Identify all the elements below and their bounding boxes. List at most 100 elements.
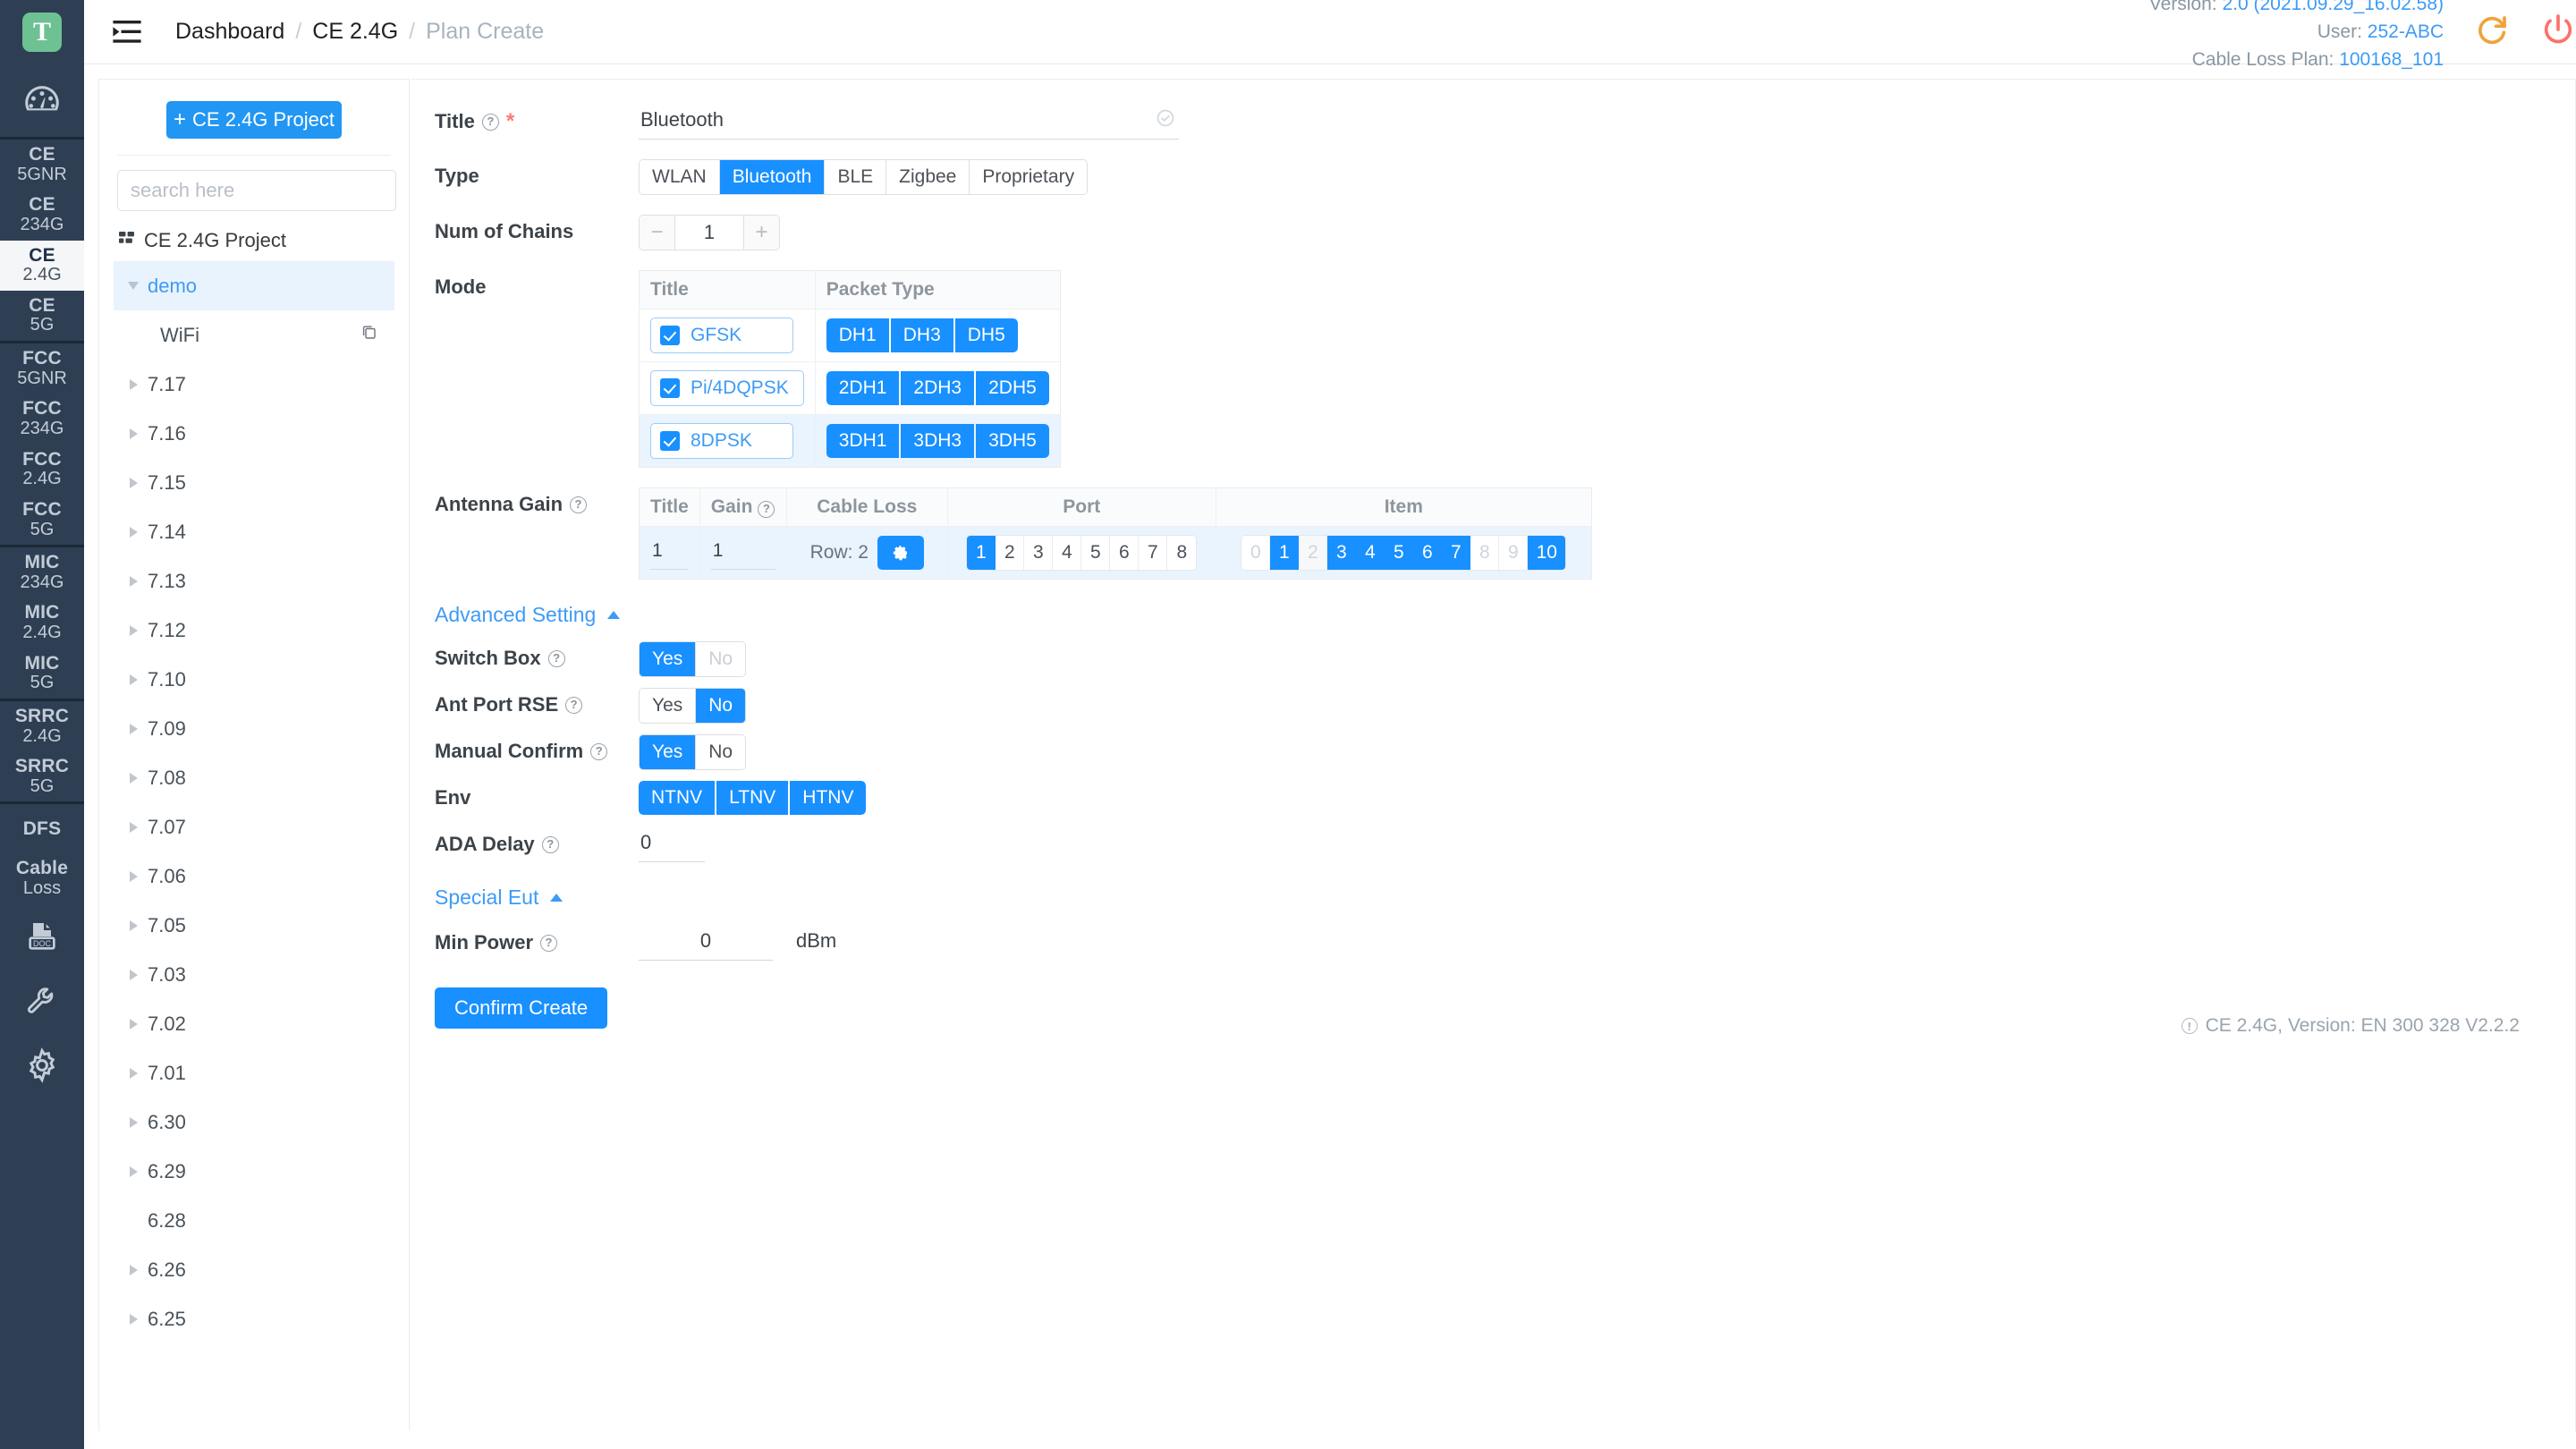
- manual-confirm-option-no[interactable]: No: [696, 735, 746, 769]
- packet-type-group[interactable]: 3DH1 3DH3 3DH5: [826, 424, 1049, 458]
- type-option-wlan[interactable]: WLAN: [640, 160, 720, 194]
- tree-node-7-16[interactable]: 7.16: [114, 409, 394, 458]
- tree-node-7-05[interactable]: 7.05: [114, 901, 394, 950]
- item-option-3[interactable]: 3: [1327, 536, 1357, 570]
- packet-option-3dh3[interactable]: 3DH3: [901, 424, 975, 458]
- wrench-icon[interactable]: [0, 969, 84, 1033]
- breadcrumb-item-dashboard[interactable]: Dashboard: [175, 19, 284, 45]
- caret-right-icon[interactable]: [119, 428, 148, 439]
- item-option-1[interactable]: 1: [1270, 536, 1300, 570]
- port-option-7[interactable]: 7: [1139, 536, 1168, 570]
- dashboard-gauge-icon[interactable]: [0, 64, 84, 140]
- type-option-bluetooth[interactable]: Bluetooth: [719, 160, 826, 194]
- tree-node-6-29[interactable]: 6.29: [114, 1147, 394, 1196]
- tree-node-7-01[interactable]: 7.01: [114, 1048, 394, 1097]
- rail-item-ce-234g[interactable]: CE 234G: [0, 190, 84, 240]
- switch-box-option-yes[interactable]: Yes: [640, 642, 697, 676]
- tree-node-7-14[interactable]: 7.14: [114, 507, 394, 556]
- rail-item-fcc-24g[interactable]: FCC 2.4G: [0, 445, 84, 495]
- tree-node-7-08[interactable]: 7.08: [114, 753, 394, 802]
- gear-icon[interactable]: [0, 1033, 84, 1097]
- caret-right-icon[interactable]: [119, 772, 148, 784]
- help-icon[interactable]: ?: [540, 934, 558, 952]
- packet-option-2dh3[interactable]: 2DH3: [901, 371, 975, 405]
- caret-right-icon[interactable]: [119, 575, 148, 587]
- rail-item-mic-5g[interactable]: MIC 5G: [0, 648, 84, 701]
- mode-checkbox-gfsk[interactable]: GFSK: [650, 318, 793, 353]
- mode-checkbox-pi4dqpsk[interactable]: Pi/4DQPSK: [650, 370, 804, 406]
- caret-right-icon[interactable]: [119, 1165, 148, 1177]
- refresh-icon[interactable]: [2474, 12, 2510, 53]
- rail-item-fcc-234g[interactable]: FCC 234G: [0, 394, 84, 444]
- ant-port-rse-option-no[interactable]: No: [696, 689, 746, 723]
- caret-right-icon[interactable]: [119, 821, 148, 833]
- stepper-plus-button[interactable]: +: [743, 216, 779, 250]
- packet-option-3dh5[interactable]: 3DH5: [976, 424, 1049, 458]
- tree-node-wifi[interactable]: WiFi: [114, 310, 394, 360]
- caret-right-icon[interactable]: [119, 1067, 148, 1079]
- caret-right-icon[interactable]: [119, 969, 148, 980]
- item-option-6[interactable]: 6: [1413, 536, 1443, 570]
- title-input[interactable]: [639, 105, 1179, 140]
- tree-node-7-03[interactable]: 7.03: [114, 950, 394, 999]
- num-of-chains-stepper[interactable]: − 1 +: [639, 215, 780, 250]
- rail-item-srrc-24g[interactable]: SRRC 2.4G: [0, 701, 84, 751]
- doc-icon[interactable]: DOC: [0, 904, 84, 969]
- item-option-5[interactable]: 5: [1385, 536, 1414, 570]
- env-option-htnv[interactable]: HTNV: [790, 781, 867, 815]
- rail-item-srrc-5g[interactable]: SRRC 5G: [0, 751, 84, 805]
- tree-node-7-13[interactable]: 7.13: [114, 556, 394, 606]
- mode-checkbox-8dpsk[interactable]: 8DPSK: [650, 423, 793, 459]
- tree-node-7-12[interactable]: 7.12: [114, 606, 394, 655]
- type-option-ble[interactable]: BLE: [825, 160, 887, 194]
- hamburger-icon[interactable]: [109, 14, 145, 50]
- caret-right-icon[interactable]: [119, 1018, 148, 1030]
- tree-node-6-26[interactable]: 6.26: [114, 1245, 394, 1294]
- new-ce24g-project-button[interactable]: + CE 2.4G Project: [166, 101, 342, 139]
- env-segmented-control[interactable]: NTNV LTNV HTNV: [639, 781, 867, 815]
- help-icon[interactable]: ?: [565, 696, 583, 714]
- rail-item-mic-234g[interactable]: MIC 234G: [0, 547, 84, 597]
- tree-node-7-02[interactable]: 7.02: [114, 999, 394, 1048]
- rail-item-ce-5gnr[interactable]: CE 5GNR: [0, 140, 84, 190]
- manual-confirm-option-yes[interactable]: Yes: [640, 735, 697, 769]
- port-option-6[interactable]: 6: [1110, 536, 1140, 570]
- ada-delay-input[interactable]: [639, 827, 705, 862]
- caret-right-icon[interactable]: [119, 477, 148, 488]
- search-input[interactable]: [117, 170, 396, 211]
- special-eut-header[interactable]: Special Eut: [435, 886, 564, 910]
- caret-right-icon[interactable]: [119, 1264, 148, 1275]
- caret-right-icon[interactable]: [119, 1116, 148, 1128]
- breadcrumb-item-ce-2-4g[interactable]: CE 2.4G: [312, 19, 398, 45]
- type-option-proprietary[interactable]: Proprietary: [970, 160, 1088, 194]
- rail-item-dfs[interactable]: DFS: [0, 804, 84, 853]
- port-option-8[interactable]: 8: [1167, 536, 1197, 570]
- tree-node-6-25[interactable]: 6.25: [114, 1294, 394, 1343]
- caret-right-icon[interactable]: [119, 1313, 148, 1325]
- ant-port-rse-option-yes[interactable]: Yes: [640, 689, 697, 723]
- packet-option-3dh1[interactable]: 3DH1: [826, 424, 900, 458]
- env-option-ntnv[interactable]: NTNV: [639, 781, 716, 815]
- caret-right-icon[interactable]: [119, 624, 148, 636]
- port-option-4[interactable]: 4: [1053, 536, 1082, 570]
- rail-item-cable-loss[interactable]: Cable Loss: [0, 853, 84, 903]
- port-option-3[interactable]: 3: [1024, 536, 1054, 570]
- min-power-input[interactable]: [639, 926, 773, 961]
- advanced-setting-header[interactable]: Advanced Setting: [435, 603, 621, 627]
- caret-right-icon[interactable]: [119, 378, 148, 390]
- caret-right-icon[interactable]: [119, 919, 148, 931]
- tree-node-6-28[interactable]: 6.28: [114, 1196, 394, 1245]
- port-option-1[interactable]: 1: [967, 536, 996, 570]
- help-icon[interactable]: ?: [541, 835, 559, 853]
- antenna-gain-input[interactable]: [710, 536, 775, 570]
- tree-root[interactable]: CE 2.4G Project: [114, 211, 394, 261]
- checkbox-icon[interactable]: [660, 326, 680, 345]
- item-option-7[interactable]: 7: [1442, 536, 1471, 570]
- env-option-ltnv[interactable]: LTNV: [716, 781, 789, 815]
- rail-item-mic-24g[interactable]: MIC 2.4G: [0, 597, 84, 648]
- tree-node-6-30[interactable]: 6.30: [114, 1097, 394, 1147]
- packet-type-group[interactable]: 2DH1 2DH3 2DH5: [826, 371, 1049, 405]
- port-selector[interactable]: 12345678: [966, 535, 1198, 571]
- switch-box-toggle[interactable]: Yes No: [639, 641, 747, 677]
- tree-node-7-17[interactable]: 7.17: [114, 360, 394, 409]
